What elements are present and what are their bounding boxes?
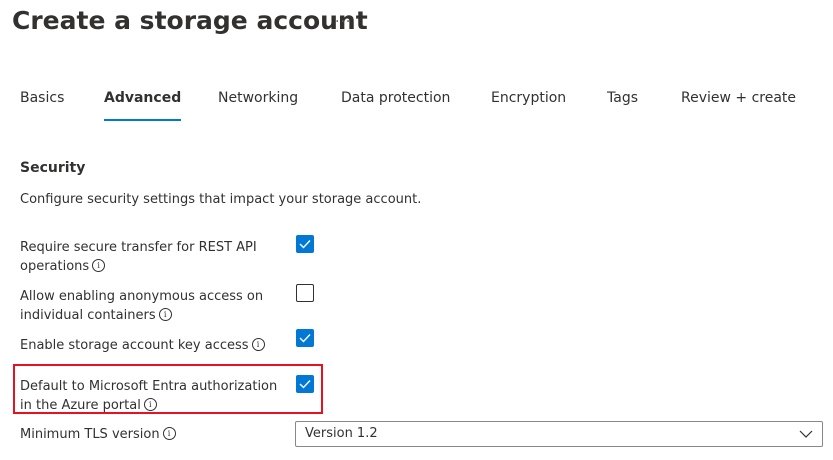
tls-version-dropdown[interactable]: Version 1.2 xyxy=(295,421,823,447)
setting-label-anonymous-access: Allow enabling anonymous access on indiv… xyxy=(20,287,292,325)
tab-networking[interactable]: Networking xyxy=(218,90,298,106)
entra-authorization-checkbox[interactable] xyxy=(296,375,314,393)
setting-label-text: Allow enabling anonymous access on indiv… xyxy=(20,289,264,323)
tab-encryption[interactable]: Encryption xyxy=(491,90,566,106)
setting-label-secure-transfer: Require secure transfer for REST API ope… xyxy=(20,238,292,276)
section-description: Configure security settings that impact … xyxy=(20,192,422,207)
setting-label-entra-authorization: Default to Microsoft Entra authorization… xyxy=(20,377,292,415)
secure-transfer-checkbox[interactable] xyxy=(296,235,314,253)
chevron-down-icon xyxy=(799,430,813,438)
key-access-checkbox[interactable] xyxy=(296,329,314,347)
anonymous-access-checkbox[interactable] xyxy=(296,284,314,302)
checkmark-icon xyxy=(299,240,311,249)
tab-tags[interactable]: Tags xyxy=(607,90,638,106)
tls-version-value: Version 1.2 xyxy=(305,426,378,441)
page-title: Create a storage account xyxy=(12,6,368,35)
tab-bar: Basics Advanced Networking Data protecti… xyxy=(0,90,833,122)
checkmark-icon xyxy=(299,380,311,389)
tab-data-protection[interactable]: Data protection xyxy=(341,90,450,106)
info-icon[interactable]: i xyxy=(92,259,106,272)
more-options-button[interactable]: ··· xyxy=(335,14,351,30)
section-title: Security xyxy=(20,160,86,176)
setting-label-text: Enable storage account key access xyxy=(20,338,249,353)
tls-version-label: Minimum TLS version i xyxy=(20,427,176,442)
checkmark-icon xyxy=(299,334,311,343)
create-storage-account-page: Create a storage account ··· Basics Adva… xyxy=(0,0,833,460)
info-icon[interactable]: i xyxy=(158,308,172,321)
tab-advanced[interactable]: Advanced xyxy=(104,90,182,121)
tab-basics[interactable]: Basics xyxy=(20,90,64,106)
tls-label-text: Minimum TLS version xyxy=(20,427,160,442)
info-icon[interactable]: i xyxy=(251,338,265,351)
tab-review-create[interactable]: Review + create xyxy=(681,90,796,106)
setting-label-text: Require secure transfer for REST API ope… xyxy=(20,240,257,274)
info-icon[interactable]: i xyxy=(143,398,157,411)
setting-label-key-access: Enable storage account key access i xyxy=(20,336,292,355)
info-icon[interactable]: i xyxy=(162,427,176,440)
